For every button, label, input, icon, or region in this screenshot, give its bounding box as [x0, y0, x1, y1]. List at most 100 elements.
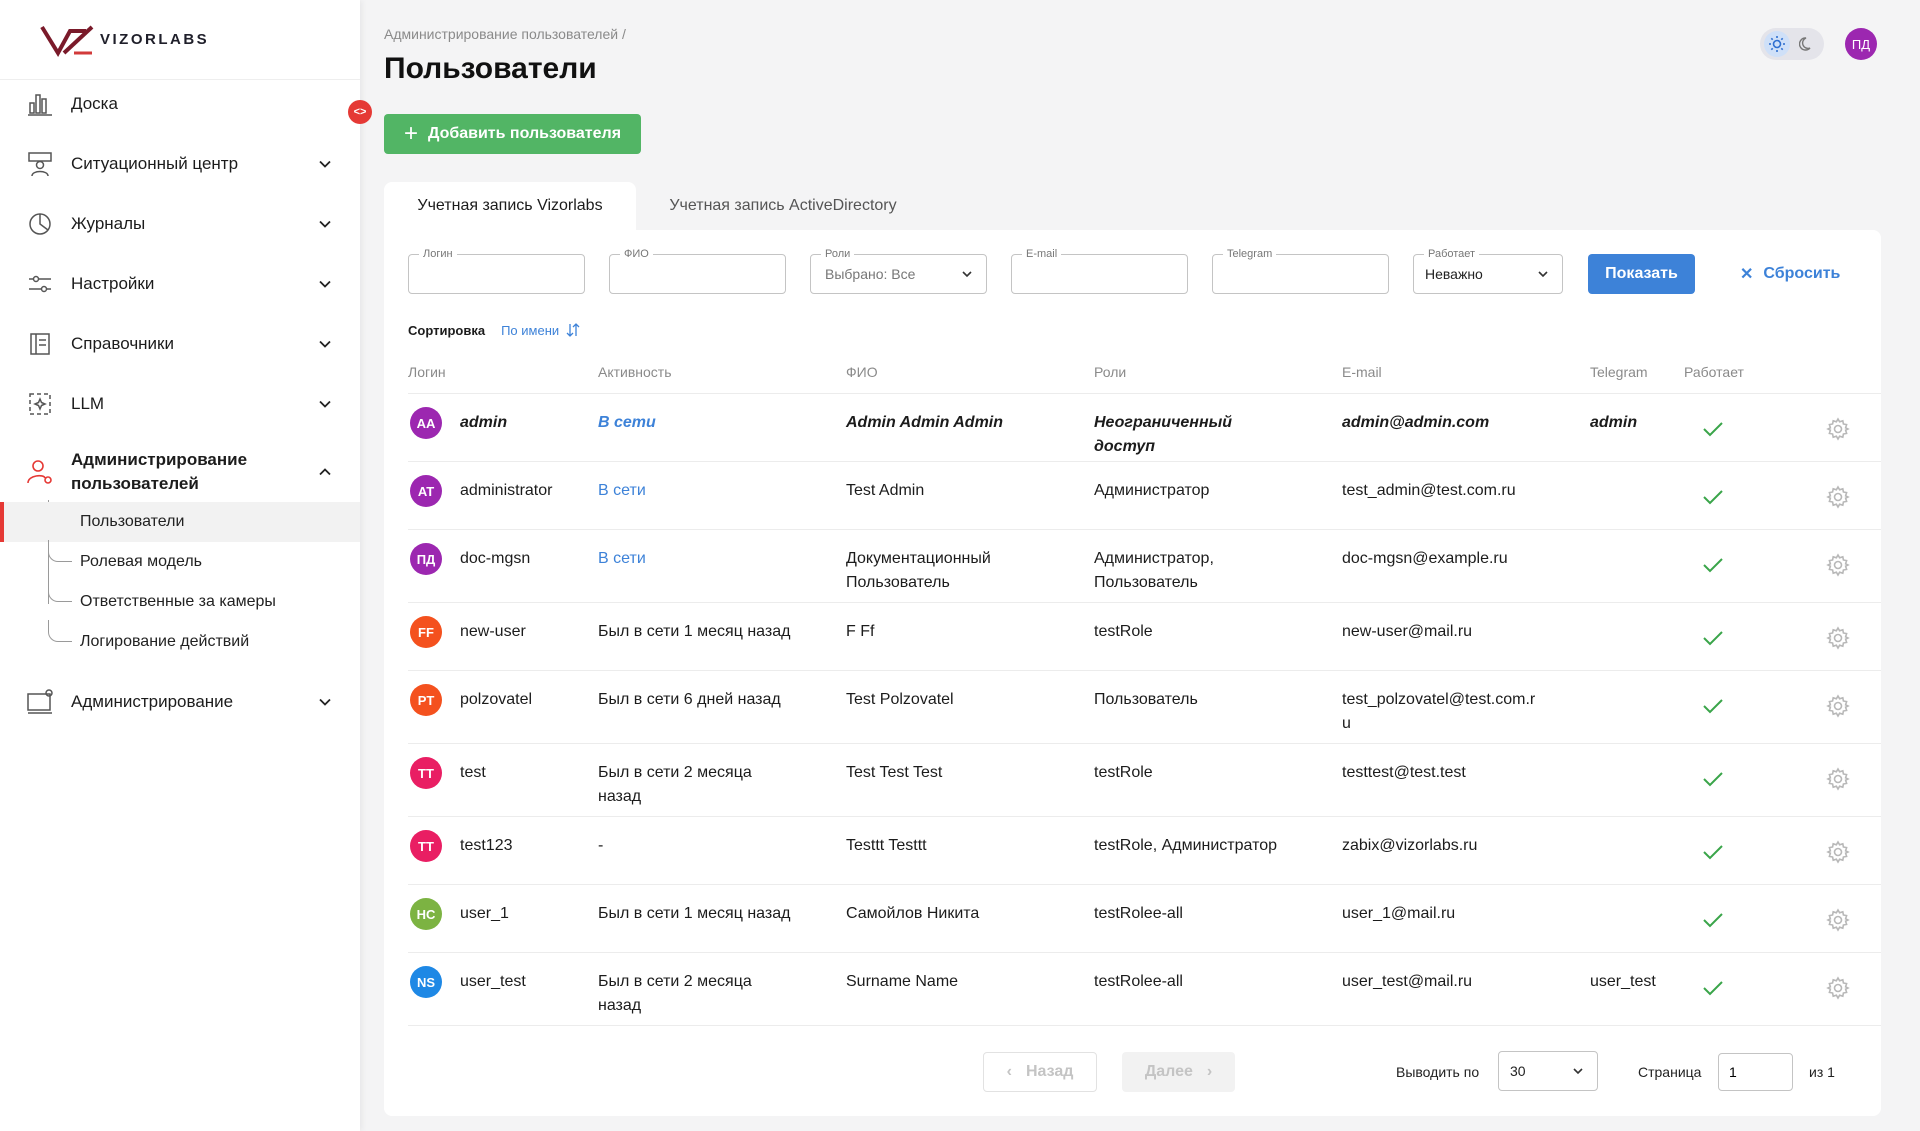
- table-row[interactable]: PT polzovatel Был в сети 6 дней назад Test …: [408, 671, 1881, 744]
- cell-login: test: [460, 764, 486, 781]
- cell-roles: Администратор, Пользователь: [1094, 550, 1214, 591]
- table-row[interactable]: AA admin В сети Admin Admin Admin Неограниче…: [408, 394, 1881, 462]
- sidebar-item-settings[interactable]: Настройки: [0, 254, 360, 314]
- chevron-down-icon[interactable]: [316, 335, 334, 353]
- sidebar-item-administration[interactable]: Администрирование: [0, 672, 360, 732]
- gear-icon[interactable]: [1826, 694, 1850, 718]
- moon-icon[interactable]: [1794, 31, 1820, 57]
- user-avatar[interactable]: ПД: [1845, 28, 1877, 60]
- table-row[interactable]: FF new-user Был в сети 1 месяц назад F Ff te…: [408, 603, 1881, 671]
- works-filter-label: Работает: [1424, 247, 1480, 261]
- chevron-down-icon[interactable]: [316, 693, 334, 711]
- sidebar-item-label: Ситуационный центр: [71, 154, 239, 173]
- show-button[interactable]: Показать: [1588, 254, 1695, 294]
- chevron-down-icon[interactable]: [316, 215, 334, 233]
- gear-icon[interactable]: [1826, 485, 1850, 509]
- cell-login: new-user: [460, 623, 526, 640]
- sidebar-subitem[interactable]: Ролевая модель: [0, 542, 360, 582]
- sidebar-item-llm[interactable]: LLM: [0, 374, 360, 434]
- column-header-works[interactable]: Работает: [1684, 364, 1744, 380]
- fio-filter-input[interactable]: ФИО: [609, 247, 786, 294]
- prev-page-button[interactable]: ‹ Назад: [983, 1052, 1097, 1092]
- add-user-button[interactable]: + Добавить пользователя: [384, 114, 641, 154]
- sidebar-subitem[interactable]: Логирование действий: [0, 622, 360, 662]
- roles-filter-label: Роли: [821, 247, 855, 261]
- gear-icon[interactable]: [1826, 417, 1850, 441]
- table-row[interactable]: TT test Был в сети 2 месяца назад Test Test…: [408, 744, 1881, 817]
- works-filter-select[interactable]: Работает Неважно: [1413, 247, 1563, 294]
- chevron-up-icon[interactable]: [316, 463, 334, 481]
- chevron-down-icon[interactable]: [316, 155, 334, 173]
- column-header-login[interactable]: Логин: [408, 364, 446, 380]
- next-page-button[interactable]: Далее ›: [1122, 1052, 1235, 1092]
- page-number-input[interactable]: [1718, 1053, 1793, 1091]
- gear-icon[interactable]: [1826, 840, 1850, 864]
- cell-login: test123: [460, 837, 513, 854]
- theme-toggle[interactable]: [1760, 28, 1824, 60]
- table-row[interactable]: TT test123 - Testtt Testtt testRole, Админис…: [408, 817, 1881, 885]
- per-page-label: Выводить по: [1396, 1064, 1480, 1080]
- telegram-filter-input[interactable]: Telegram: [1212, 247, 1389, 294]
- sidebar-subitem[interactable]: Ответственные за камеры: [0, 582, 360, 622]
- check-icon: [1701, 553, 1725, 577]
- cell-activity: -: [598, 837, 604, 854]
- login-filter-input[interactable]: Логин: [408, 247, 585, 294]
- gear-icon[interactable]: [1826, 976, 1850, 1000]
- cell-activity: Был в сети 6 дней назад: [598, 691, 781, 708]
- tab-activedirectory-account[interactable]: Учетная запись ActiveDirectory: [640, 182, 926, 230]
- email-filter-input[interactable]: E-mail: [1011, 247, 1188, 294]
- cell-roles: testRolee-all: [1094, 905, 1183, 922]
- breadcrumb[interactable]: Администрирование пользователей /: [384, 26, 626, 42]
- column-header-telegram[interactable]: Telegram: [1590, 364, 1648, 380]
- sidebar-collapse-button[interactable]: <>: [348, 100, 372, 124]
- column-header-activity[interactable]: Активность: [598, 364, 672, 380]
- gear-icon[interactable]: [1826, 767, 1850, 791]
- table-row[interactable]: AT administrator В сети Test Admin Администр…: [408, 462, 1881, 530]
- cell-fio: Документационный Пользователь: [846, 550, 991, 591]
- cell-roles: testRole: [1094, 764, 1153, 781]
- per-page-select[interactable]: 30: [1498, 1051, 1598, 1091]
- sort-select[interactable]: По имени: [501, 322, 581, 338]
- avatar: HC: [410, 898, 442, 930]
- cell-roles: testRolee-all: [1094, 973, 1183, 990]
- prev-page-label: Назад: [1025, 1063, 1074, 1080]
- page-label: Страница: [1638, 1064, 1702, 1080]
- logo[interactable]: VIZORLABS: [0, 0, 360, 80]
- table-row[interactable]: ПД doc-mgsn В сети Документационный Пользов…: [408, 530, 1881, 603]
- column-header-email[interactable]: E-mail: [1342, 364, 1382, 380]
- chevron-down-icon[interactable]: [316, 395, 334, 413]
- gear-icon[interactable]: [1826, 626, 1850, 650]
- sort-row: Сортировка По имени: [408, 322, 581, 338]
- sidebar-subitem[interactable]: Пользователи: [0, 502, 360, 542]
- add-user-label: Добавить пользователя: [427, 125, 622, 142]
- column-header-fio[interactable]: ФИО: [846, 364, 878, 380]
- cell-email: user_test@mail.ru: [1342, 973, 1473, 990]
- cell-login: user_test: [460, 973, 526, 990]
- tab-vizorlabs-account[interactable]: Учетная запись Vizorlabs: [384, 182, 636, 230]
- sidebar-item-board[interactable]: Доска: [0, 74, 360, 134]
- sidebar-item-user-administration[interactable]: Администрирование пользователей: [0, 442, 360, 502]
- logo-text: VIZORLABS: [100, 31, 210, 48]
- cell-email: testtest@test.test: [1342, 764, 1466, 781]
- sidebar-item-reference[interactable]: Справочники: [0, 314, 360, 374]
- cell-login: administrator: [460, 482, 553, 499]
- table-row[interactable]: HC user_1 Был в сети 1 месяц назад Самойлов…: [408, 885, 1881, 953]
- gear-icon[interactable]: [1826, 908, 1850, 932]
- page-title: Пользователи: [384, 52, 597, 85]
- reset-button[interactable]: ✕ Сбросить: [1740, 254, 1840, 294]
- table-row[interactable]: NS user_test Был в сети 2 месяца назад Surn…: [408, 953, 1881, 1026]
- sidebar-item-journals[interactable]: Журналы: [0, 194, 360, 254]
- sidebar-item-situation-center[interactable]: Ситуационный центр: [0, 134, 360, 194]
- login-filter-label: Логин: [419, 247, 457, 261]
- sidebar-item-label: Журналы: [71, 214, 146, 233]
- sun-icon[interactable]: [1764, 31, 1790, 57]
- avatar: ПД: [410, 543, 442, 575]
- column-header-roles[interactable]: Роли: [1094, 364, 1126, 380]
- chevron-down-icon: [962, 271, 972, 278]
- roles-filter-select[interactable]: Роли Выбрано: Все: [810, 247, 987, 294]
- avatar: NS: [410, 966, 442, 998]
- cell-activity: Был в сети 2 месяца назад: [598, 764, 752, 805]
- situation-center-icon: [26, 150, 54, 178]
- gear-icon[interactable]: [1826, 553, 1850, 577]
- chevron-down-icon[interactable]: [316, 275, 334, 293]
